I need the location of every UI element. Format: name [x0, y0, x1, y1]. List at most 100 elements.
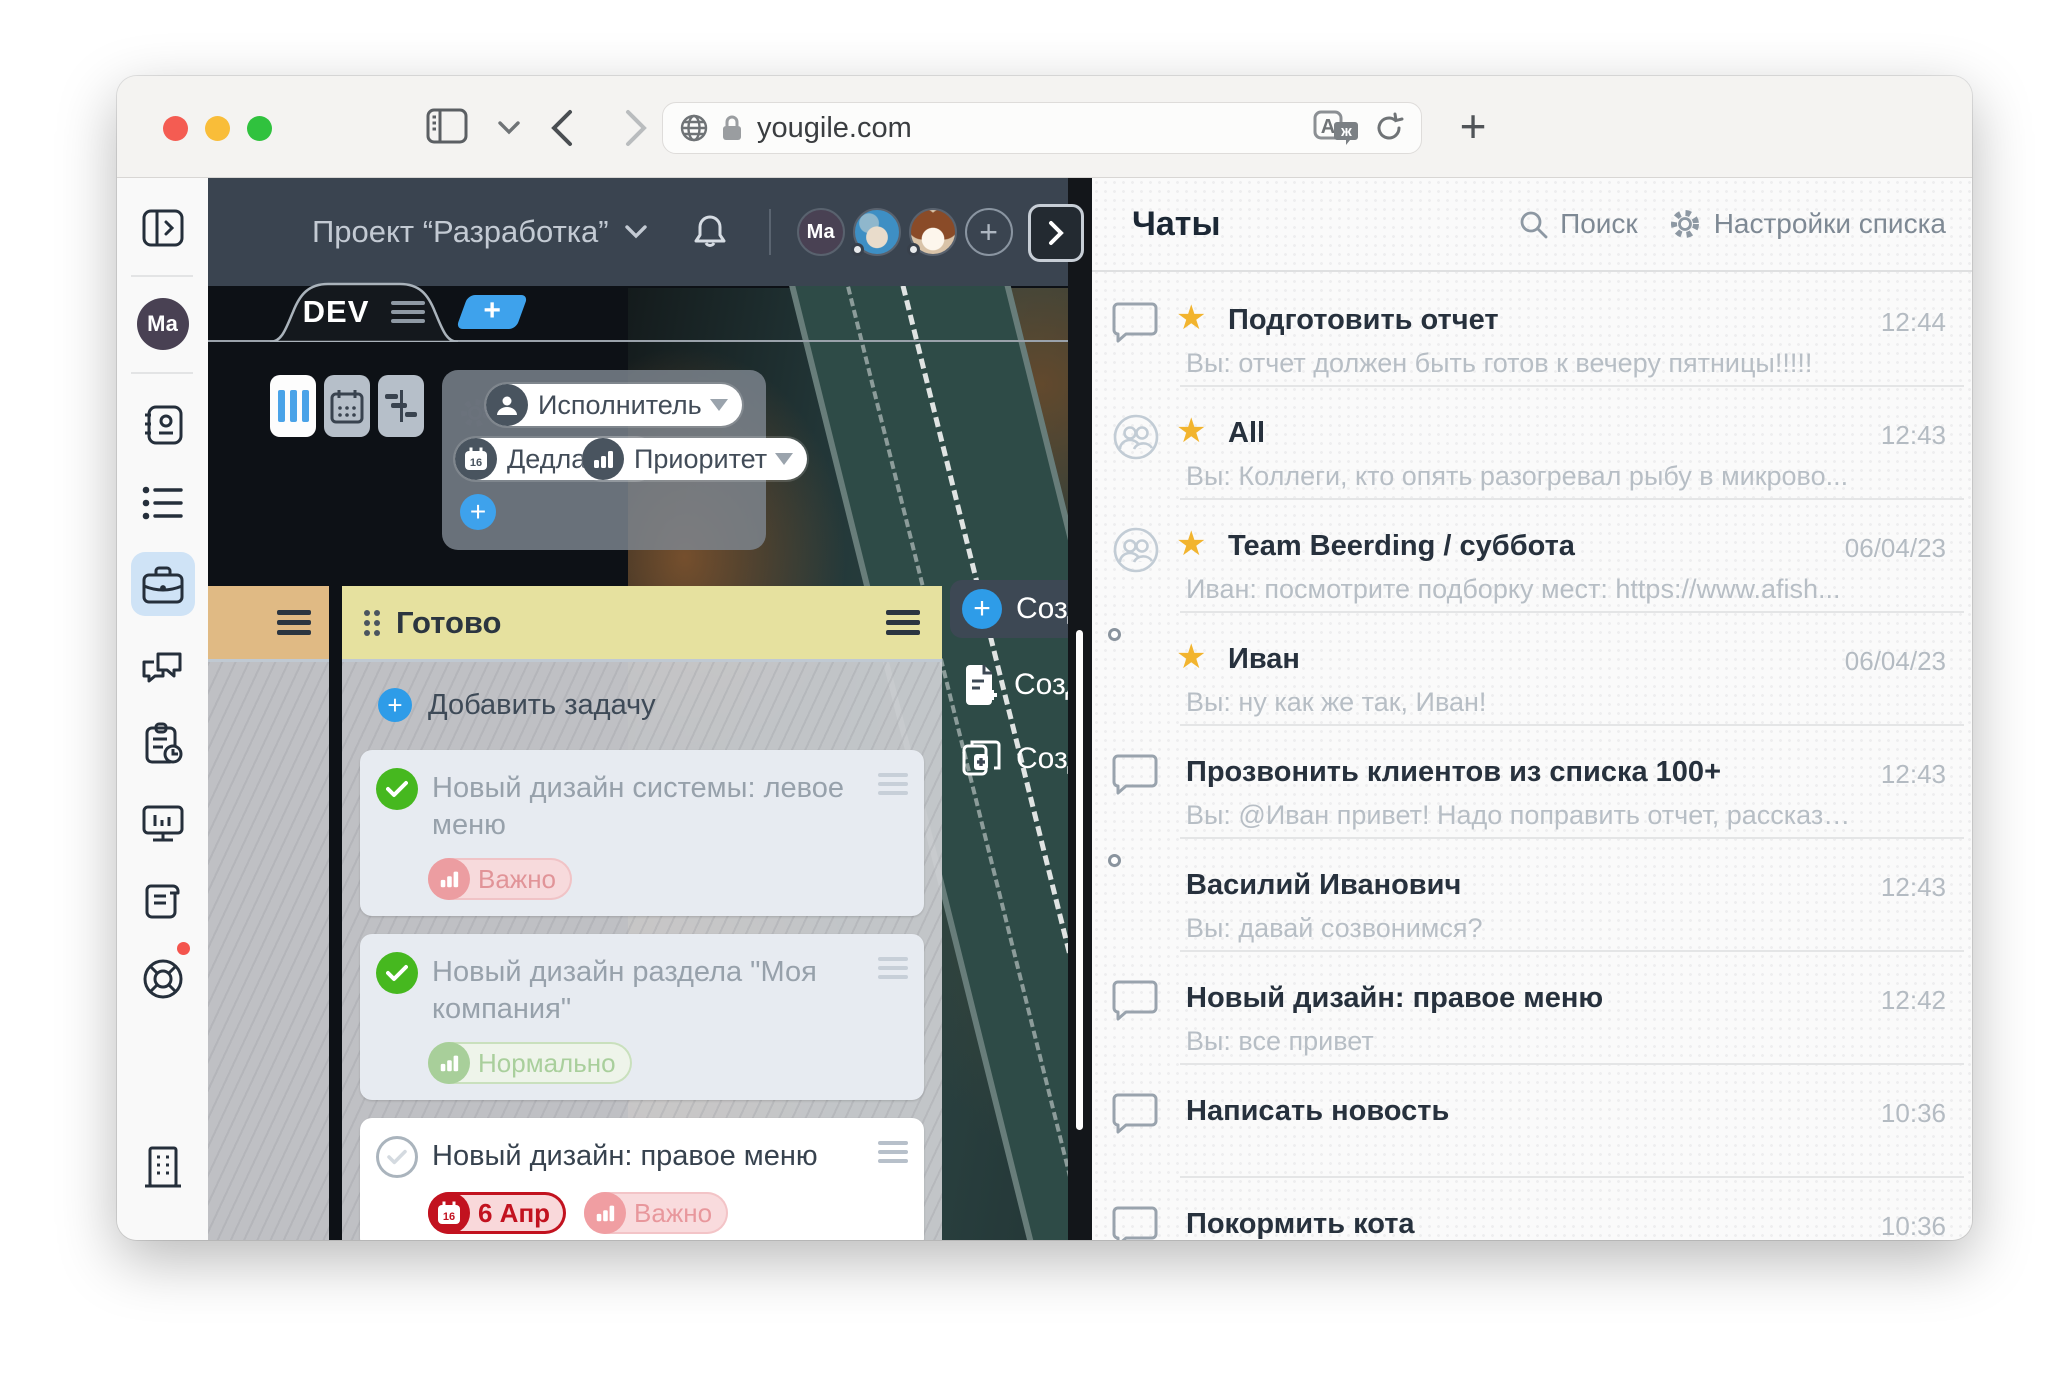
project-caret-icon[interactable]: [625, 225, 647, 239]
back-button[interactable]: [549, 108, 575, 148]
filter-priority[interactable]: Приоритет: [582, 438, 807, 480]
sidebar-item-projects-briefcase[interactable]: [140, 564, 186, 606]
view-columns-button[interactable]: [270, 375, 316, 437]
column-menu-icon[interactable]: [277, 605, 311, 640]
expand-panel-button[interactable]: [1028, 204, 1084, 262]
priority-badge[interactable]: Важно: [584, 1192, 728, 1234]
sidebar-item-chats[interactable]: [140, 644, 186, 686]
screenshot-stage: yougile.com A ж +: [0, 0, 2072, 1380]
add-task-button[interactable]: + Добавить задачу: [378, 688, 942, 722]
reload-icon[interactable]: [1373, 112, 1405, 144]
member-avatar-dog[interactable]: [909, 208, 957, 256]
collapse-sidebar-icon[interactable]: [141, 208, 185, 248]
chat-list-item[interactable]: ★ Иван 06/04/23 Вы: ну как же так, Иван!: [1092, 613, 1972, 726]
tab-menu-icon[interactable]: [391, 296, 425, 328]
column-header[interactable]: [208, 586, 329, 662]
chat-list-item[interactable]: ★ Подготовить отчет 12:44 Вы: отчет долж…: [1092, 274, 1972, 387]
sidebar-item-tasks[interactable]: [141, 484, 185, 522]
sidebar-item-company-building[interactable]: [140, 1144, 186, 1190]
star-icon[interactable]: ★: [1176, 298, 1206, 338]
status-ring: [907, 243, 920, 256]
url-text[interactable]: yougile.com: [757, 112, 1313, 145]
new-tab-button[interactable]: +: [1445, 98, 1501, 154]
task-done-checkbox[interactable]: [376, 952, 418, 994]
chat-search-button[interactable]: Поиск: [1518, 208, 1638, 240]
task-card[interactable]: Новый дизайн системы: левое меню Важно: [360, 750, 924, 916]
sidebar-item-support-lifebuoy[interactable]: [140, 956, 186, 1002]
star-icon[interactable]: ★: [1176, 411, 1206, 451]
support-notification-dot: [177, 942, 190, 955]
caret-down-icon: [710, 399, 728, 411]
sidebar-item-reports[interactable]: [141, 722, 185, 766]
priority-badge[interactable]: Важно: [428, 858, 572, 900]
chat-list-item[interactable]: Василий Иванович 12:43 Вы: давай созвони…: [1092, 839, 1972, 952]
chat-time: 12:42: [1881, 985, 1946, 1016]
forward-button[interactable]: [623, 108, 649, 148]
board-tab-dev[interactable]: DEV: [268, 281, 460, 342]
star-icon[interactable]: ★: [1176, 637, 1206, 677]
browser-sidebar-toggle-icon[interactable]: [425, 106, 469, 146]
task-menu-icon[interactable]: [878, 768, 908, 844]
view-gantt-button[interactable]: [378, 375, 424, 437]
deadline-badge[interactable]: 16 6 Апр: [428, 1192, 566, 1234]
member-avatar-cat[interactable]: [853, 208, 901, 256]
chat-list-item[interactable]: Покормить кота 10:36: [1092, 1178, 1972, 1240]
lock-icon: [721, 114, 743, 142]
task-title: Новый дизайн раздела "Моя компания": [432, 952, 870, 1028]
filter-panel: Исполнитель 16 Дедлайн Приоритет: [442, 370, 766, 550]
task-card[interactable]: Новый дизайн раздела "Моя компания" Норм…: [360, 934, 924, 1100]
tab-label[interactable]: DEV: [303, 294, 370, 330]
drag-handle-icon[interactable]: [364, 610, 380, 636]
divider: [131, 372, 193, 374]
address-bar[interactable]: yougile.com A ж: [662, 102, 1422, 154]
project-header: Проект “Разработка” Ма +: [208, 178, 1092, 286]
chat-list-item[interactable]: ★ Team Beerding / суббота 06/04/23 Иван:…: [1092, 500, 1972, 613]
group-avatar-icon: [1112, 413, 1160, 461]
group-avatar-icon: [1112, 526, 1160, 574]
task-menu-icon[interactable]: [878, 1136, 908, 1178]
calendar-16-icon: 16: [428, 1192, 470, 1234]
chat-list-settings-button[interactable]: Настройки списка: [1668, 207, 1946, 241]
chat-list-item[interactable]: ★ All 12:43 Вы: Коллеги, кто опять разог…: [1092, 387, 1972, 500]
chat-time: 12:43: [1881, 872, 1946, 903]
task-menu-icon[interactable]: [878, 952, 908, 1028]
divider: [131, 275, 193, 277]
chevron-down-icon[interactable]: [497, 120, 521, 136]
member-avatar-ma[interactable]: Ма: [797, 208, 845, 256]
chat-list-item[interactable]: Написать новость 10:36: [1092, 1065, 1972, 1178]
task-card[interactable]: Новый дизайн: правое меню 16 6 Апр: [360, 1118, 924, 1240]
vertical-scrollbar[interactable]: [1076, 630, 1083, 1130]
columns-icon: [278, 390, 309, 422]
task-todo-checkbox[interactable]: [376, 1136, 418, 1178]
create-report-button[interactable]: Созда: [950, 656, 1068, 714]
divider: [769, 209, 771, 255]
sidebar-user-avatar[interactable]: Ма: [137, 298, 189, 350]
close-window-button[interactable]: [163, 116, 188, 141]
add-member-button[interactable]: +: [965, 208, 1013, 256]
minimize-window-button[interactable]: [205, 116, 230, 141]
zoom-window-button[interactable]: [247, 116, 272, 141]
chat-list-item[interactable]: Прозвонить клиентов из списка 100+ 12:43…: [1092, 726, 1972, 839]
column-header[interactable]: Готово: [342, 586, 942, 662]
chat-time: 06/04/23: [1845, 646, 1946, 677]
column-menu-icon[interactable]: [886, 605, 920, 640]
add-filter-button[interactable]: +: [460, 494, 496, 530]
sidebar-item-contacts[interactable]: [141, 404, 185, 446]
priority-badge[interactable]: Нормально: [428, 1042, 632, 1084]
column-title[interactable]: Готово: [396, 605, 886, 641]
create-board-button[interactable]: Созда: [950, 730, 1068, 788]
create-column-button[interactable]: + Созда: [950, 580, 1068, 638]
sidebar-item-dashboard[interactable]: [140, 802, 186, 844]
filter-assignee[interactable]: Исполнитель: [486, 384, 742, 426]
notifications-bell-icon[interactable]: [693, 213, 727, 251]
project-title[interactable]: Проект “Разработка”: [312, 214, 609, 250]
translate-icon[interactable]: A ж: [1313, 110, 1359, 146]
task-done-checkbox[interactable]: [376, 768, 418, 810]
globe-icon: [679, 113, 709, 143]
sidebar-item-logs-scroll[interactable]: [141, 880, 185, 922]
chat-list-item[interactable]: Новый дизайн: правое меню 12:42 Вы: все …: [1092, 952, 1972, 1065]
star-icon[interactable]: ★: [1176, 524, 1206, 564]
add-board-button[interactable]: +: [456, 295, 528, 329]
search-icon: [1518, 209, 1548, 239]
view-calendar-button[interactable]: [324, 375, 370, 437]
